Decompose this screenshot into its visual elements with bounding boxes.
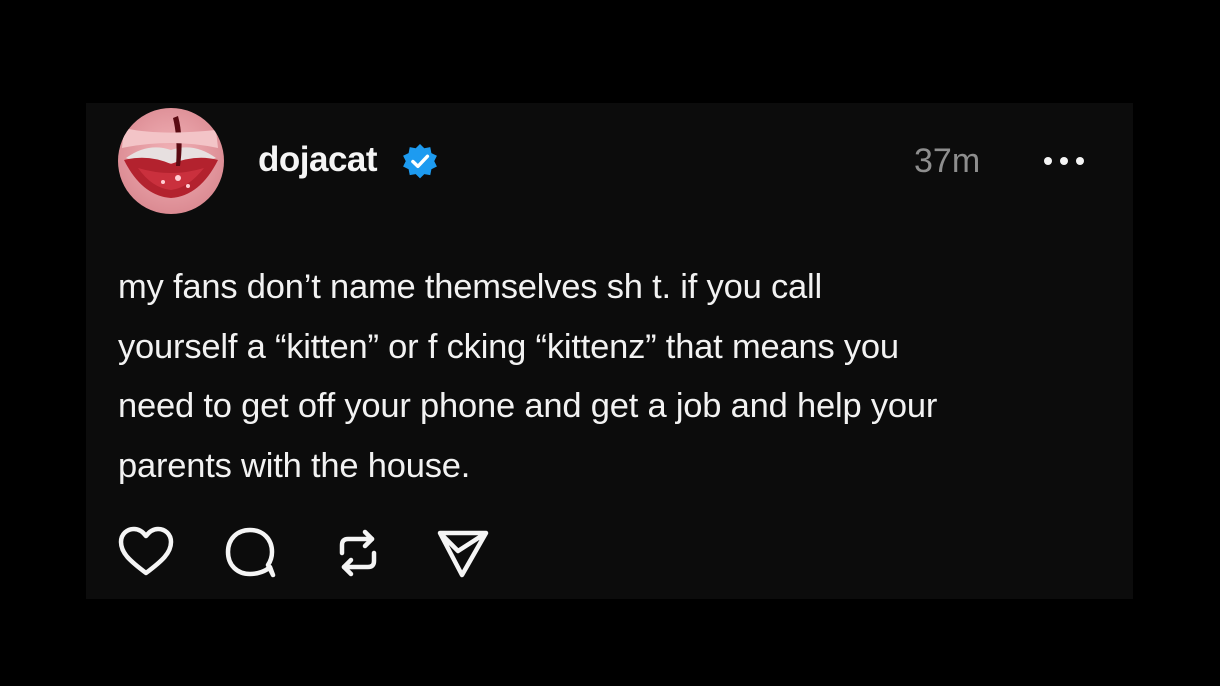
comment-icon[interactable] [220, 523, 280, 583]
post-text-line: need to get off your phone and get a job… [118, 387, 938, 425]
repost-icon[interactable] [328, 523, 388, 583]
heart-icon[interactable] [116, 523, 176, 583]
verified-badge-icon [403, 143, 437, 179]
username[interactable]: dojacat [258, 140, 378, 180]
post-card: dojacat 37m my fans don’t name themselve… [86, 103, 1133, 599]
post-text-line: yourself a “kitten” or f cking “kittenz”… [118, 327, 899, 366]
post-timestamp: 37m [914, 142, 981, 180]
post-text: my fans don’t name themselves sh t. if y… [118, 258, 1078, 496]
send-icon[interactable] [432, 523, 492, 583]
more-options-icon[interactable] [1040, 147, 1088, 175]
avatar[interactable] [118, 108, 224, 214]
post-text-line: my fans don’t name themselves sh t. if y… [118, 268, 822, 306]
post-text-line: parents with the house. [118, 446, 471, 485]
